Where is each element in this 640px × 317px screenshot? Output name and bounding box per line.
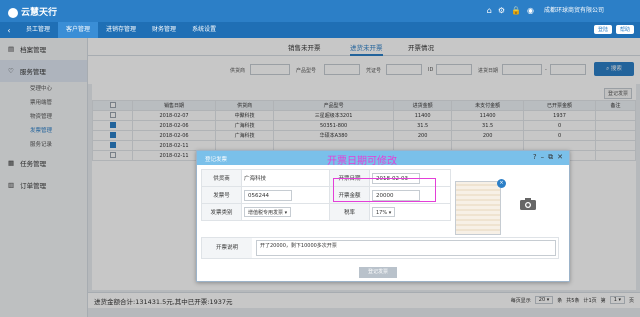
tax-rate-cell: 17% ▾ [369, 203, 451, 221]
form-row-type: 发票类别 增值税专用发票 ▾ 税率 17% ▾ [201, 203, 451, 221]
invoice-no-cell: 056244 [241, 186, 330, 204]
supplier-value: 广海科技 [241, 169, 330, 187]
invoice-type-value: 增值税专用发票 [248, 210, 284, 216]
nav-item-staff[interactable]: 员工管理 [18, 22, 58, 38]
close-icon[interactable]: ✕ [557, 153, 563, 162]
invoice-no-label: 发票号 [201, 186, 242, 204]
app-name: 云慧天行 [21, 8, 58, 18]
invoice-image-thumbnail[interactable] [455, 181, 501, 235]
top-bar: 云慧天行 ⌂ ⚙ 🔒 ◉ 成都环球商贸有限公司 [0, 0, 640, 22]
submit-register-button[interactable]: 登记发票 [359, 267, 397, 278]
tax-rate-label: 税率 [329, 203, 370, 221]
help-button[interactable]: 帮助 [615, 25, 634, 34]
supplier-label: 供货商 [201, 169, 242, 187]
tax-rate-select[interactable]: 17% ▾ [372, 207, 396, 217]
invoice-date-highlight [333, 178, 436, 202]
logo-mark-icon [8, 7, 18, 18]
lock-icon[interactable]: 🔒 [511, 6, 521, 16]
camera-icon[interactable] [509, 189, 547, 219]
app-logo: 云慧天行 [8, 5, 57, 18]
back-arrow-icon[interactable]: ‹ [0, 26, 18, 35]
nav-item-finance[interactable]: 财务管理 [144, 22, 184, 38]
main-nav: ‹ 员工管理 客户管理 进销存管理 财务管理 系统设置 登陆 帮助 [0, 22, 640, 38]
dialog-annotation: 开票日期可修改 [327, 156, 397, 167]
nav-item-customers[interactable]: 客户管理 [58, 22, 99, 38]
dialog-title: 登记发票 [205, 157, 228, 163]
register-invoice-dialog: 登记发票 开票日期可修改 ? – ⧉ ✕ 供货商 广海科技 开票日期 2018-… [196, 150, 570, 282]
company-name: 成都环球商贸有限公司 [543, 7, 604, 14]
help-icon[interactable]: ? [533, 153, 537, 162]
gear-icon[interactable]: ⚙ [498, 6, 505, 16]
nav-item-inventory[interactable]: 进销存管理 [98, 22, 144, 38]
logout-button[interactable]: 登陆 [593, 25, 612, 34]
user-icon[interactable]: ◉ [527, 6, 534, 16]
form-row-remark: 开票说明 开了20000，剩下10000多次开票 [201, 237, 559, 259]
invoice-type-cell: 增值税专用发票 ▾ [241, 203, 330, 221]
minimize-icon[interactable]: – [541, 153, 545, 162]
dialog-controls: ? – ⧉ ✕ [533, 153, 563, 162]
top-icons: ⌂ ⚙ 🔒 ◉ 成都环球商贸有限公司 [487, 6, 604, 16]
tax-rate-value: 17% [376, 210, 388, 216]
invoice-no-input[interactable]: 056244 [244, 189, 292, 201]
invoice-type-label: 发票类别 [201, 203, 242, 221]
nav-item-settings[interactable]: 系统设置 [184, 22, 224, 38]
remark-label: 开票说明 [202, 238, 252, 258]
maximize-icon[interactable]: ⧉ [548, 153, 553, 162]
invoice-type-select[interactable]: 增值税专用发票 ▾ [244, 207, 292, 217]
dialog-title-bar: 登记发票 开票日期可修改 ? – ⧉ ✕ [197, 151, 569, 167]
home-icon[interactable]: ⌂ [487, 6, 492, 16]
remark-textarea[interactable]: 开了20000，剩下10000多次开票 [256, 240, 556, 256]
remove-image-icon[interactable]: × [497, 179, 506, 188]
